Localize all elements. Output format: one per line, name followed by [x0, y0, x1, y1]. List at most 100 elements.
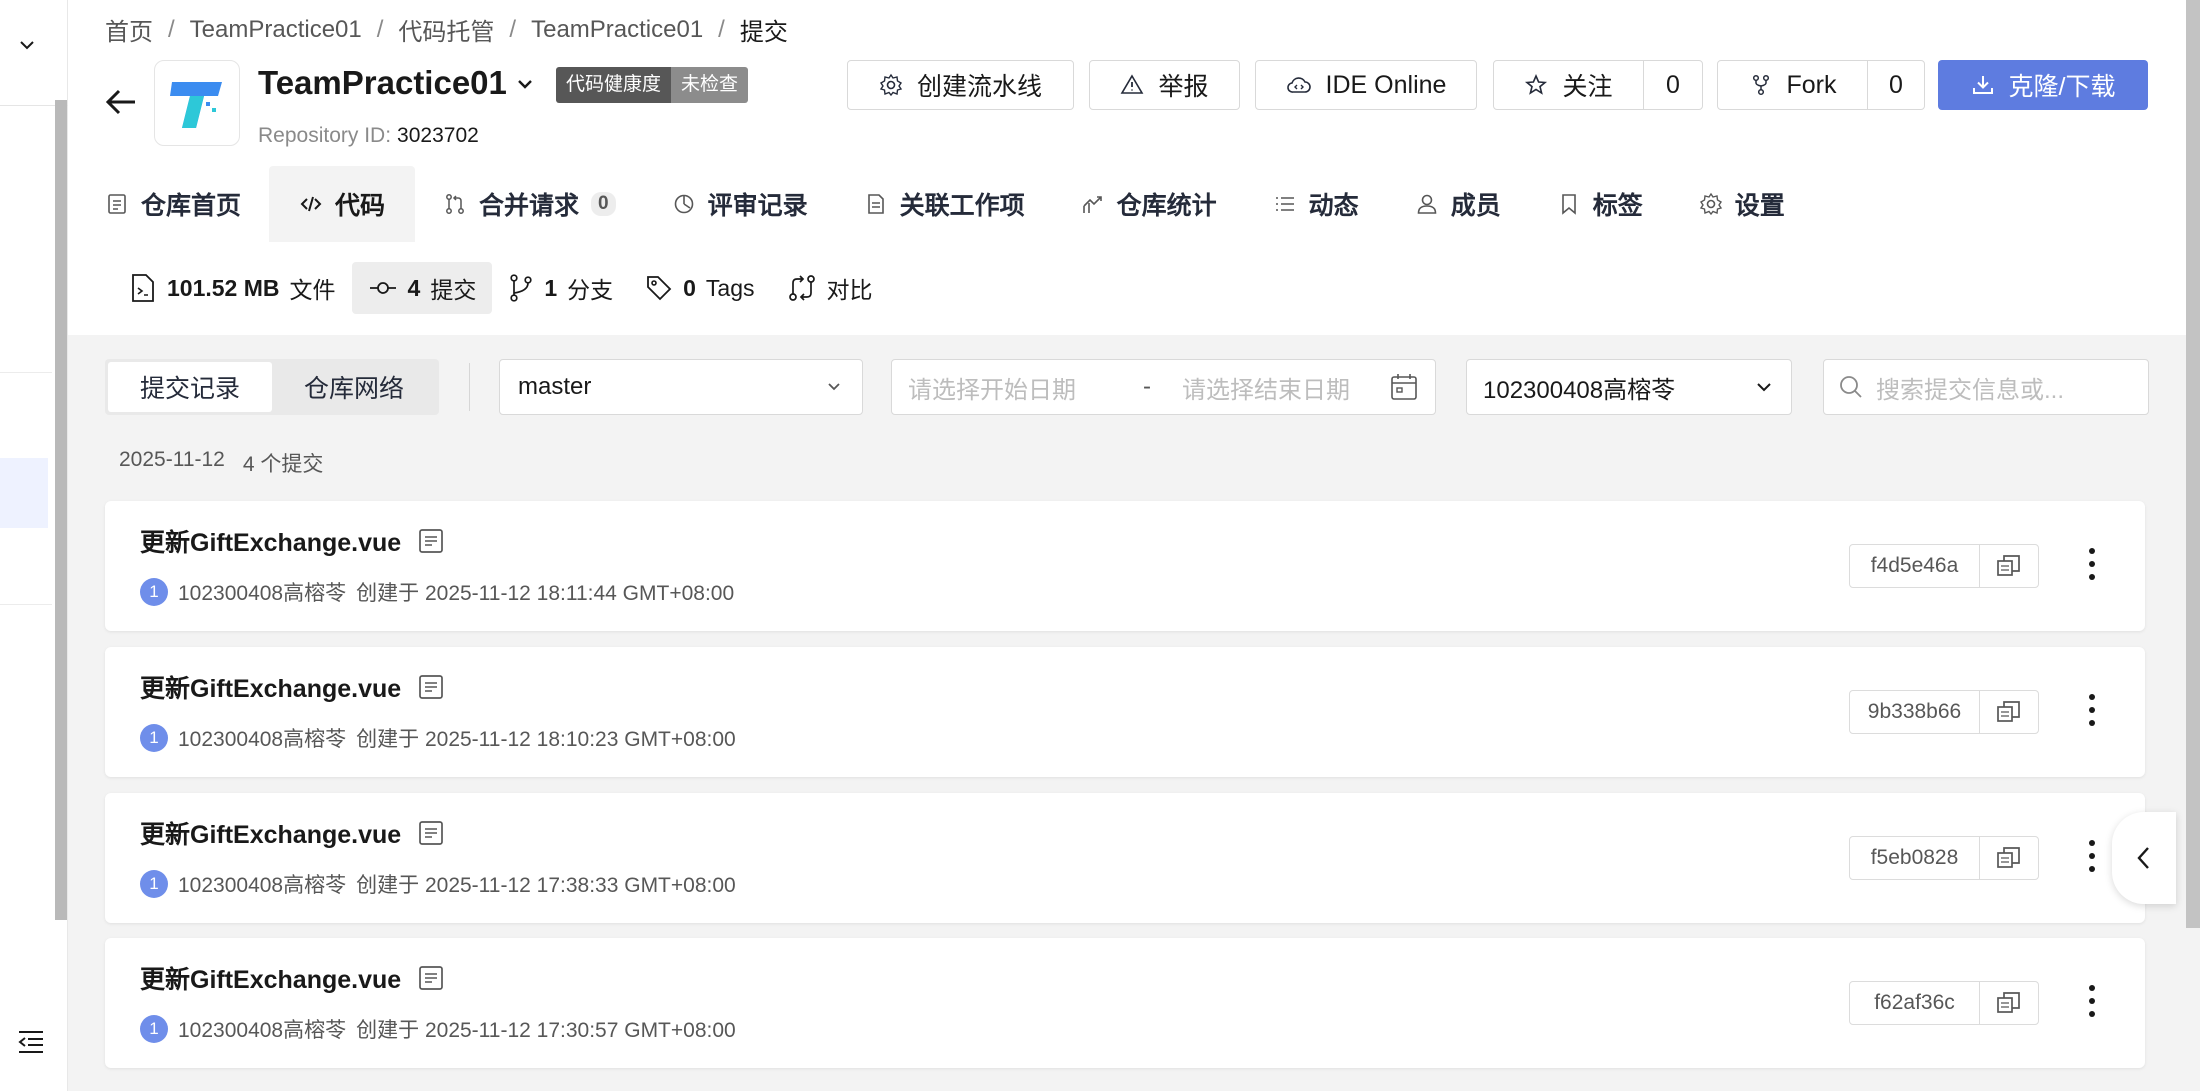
- breadcrumb-code-hosting[interactable]: 代码托管: [398, 12, 494, 47]
- sidebar-scrollbar[interactable]: [55, 100, 67, 920]
- repo-network-tab[interactable]: 仓库网络: [272, 362, 436, 412]
- commit-card[interactable]: 更新GiftExchange.vue 1 102300408高榕苓 创建于 20…: [105, 793, 2145, 923]
- commit-hash[interactable]: f5eb0828: [1850, 837, 1980, 879]
- commit-detail-icon[interactable]: [417, 673, 445, 701]
- more-options-icon[interactable]: [2085, 692, 2099, 728]
- watch-count[interactable]: 0: [1644, 61, 1702, 109]
- breadcrumb-project[interactable]: TeamPractice01: [190, 16, 362, 44]
- main-area: 首页 / TeamPractice01 / 代码托管 / TeamPractic…: [68, 0, 2200, 1091]
- copy-icon[interactable]: [1980, 691, 2038, 733]
- page-scrollbar[interactable]: [2186, 0, 2200, 928]
- branch-select-value: master: [518, 373, 592, 400]
- fork-count[interactable]: 0: [1868, 61, 1924, 109]
- files-size: 101.52 MB: [167, 274, 280, 301]
- calendar-icon[interactable]: [1389, 372, 1419, 402]
- fork-icon: [1749, 73, 1773, 97]
- author-select[interactable]: 102300408高榕苓: [1466, 359, 1792, 415]
- commit-hash-box: 9b338b66: [1849, 690, 2039, 734]
- health-badge[interactable]: 代码健康度 未检查: [556, 67, 749, 103]
- commit-author[interactable]: 102300408高榕苓: [178, 869, 346, 899]
- repo-name[interactable]: TeamPractice01: [258, 64, 507, 102]
- commits-stat[interactable]: 4 提交: [351, 262, 493, 314]
- commit-card[interactable]: 更新GiftExchange.vue 1 102300408高榕苓 创建于 20…: [105, 647, 2145, 777]
- breadcrumb-separator: /: [376, 15, 384, 43]
- tab-linked-work-items[interactable]: 关联工作项: [836, 166, 1053, 242]
- commit-detail-icon[interactable]: [417, 964, 445, 992]
- watch-button[interactable]: 关注: [1494, 61, 1644, 109]
- end-date-input[interactable]: 请选择结束日期: [1182, 370, 1389, 405]
- tab-repo-home[interactable]: 仓库首页: [105, 166, 269, 242]
- ide-online-button[interactable]: IDE Online: [1255, 60, 1477, 110]
- tab-activity[interactable]: 动态: [1245, 166, 1387, 242]
- tab-merge-requests[interactable]: 合并请求 0: [415, 166, 644, 242]
- side-panel-toggle[interactable]: [2112, 812, 2176, 904]
- repo-id-value: 3023702: [397, 124, 479, 147]
- branch-select[interactable]: master: [499, 359, 863, 415]
- collapse-menu-icon[interactable]: [16, 1027, 46, 1057]
- commit-card[interactable]: 更新GiftExchange.vue 1 102300408高榕苓 创建于 20…: [105, 501, 2145, 631]
- commit-history-tab[interactable]: 提交记录: [108, 362, 272, 412]
- commit-title[interactable]: 更新GiftExchange.vue: [140, 669, 401, 705]
- tab-review-records[interactable]: 评审记录: [644, 166, 836, 242]
- commit-created: 创建于 2025-11-12 17:38:33 GMT+08:00: [356, 874, 736, 897]
- branches-stat[interactable]: 1 分支: [492, 262, 629, 314]
- commit-title[interactable]: 更新GiftExchange.vue: [140, 815, 401, 851]
- search-placeholder: 搜索提交信息或...: [1876, 376, 2065, 404]
- commit-hash[interactable]: f4d5e46a: [1850, 545, 1980, 587]
- commit-author[interactable]: 102300408高榕苓: [178, 723, 346, 753]
- commit-author[interactable]: 102300408高榕苓: [178, 1014, 346, 1044]
- files-stat[interactable]: 101.52 MB 文件: [113, 262, 352, 314]
- branch-icon: [508, 273, 534, 303]
- commit-card[interactable]: 更新GiftExchange.vue 1 102300408高榕苓 创建于 20…: [105, 938, 2145, 1068]
- copy-icon[interactable]: [1980, 837, 2038, 879]
- back-arrow-icon[interactable]: [104, 88, 138, 116]
- divider: [469, 363, 470, 411]
- compare-stat[interactable]: 对比: [771, 262, 889, 314]
- more-options-icon[interactable]: [2085, 983, 2099, 1019]
- report-label: 举报: [1158, 73, 1209, 101]
- health-label: 代码健康度: [556, 67, 672, 103]
- commit-title[interactable]: 更新GiftExchange.vue: [140, 523, 401, 559]
- tags-stat[interactable]: 0 Tags: [629, 262, 770, 314]
- commit-author[interactable]: 102300408高榕苓: [178, 577, 346, 607]
- clone-download-button[interactable]: 克隆/下载: [1938, 60, 2148, 110]
- commit-group-count: 4 个提交: [242, 453, 324, 476]
- copy-icon[interactable]: [1980, 545, 2038, 587]
- tab-code[interactable]: 代码: [269, 166, 416, 242]
- tag-icon: [645, 274, 673, 302]
- start-date-input[interactable]: 请选择开始日期: [908, 370, 1124, 405]
- sidebar-divider: [0, 372, 52, 373]
- commit-hash[interactable]: 9b338b66: [1850, 691, 1980, 733]
- warning-icon: [1120, 73, 1144, 97]
- tab-members[interactable]: 成员: [1387, 166, 1529, 242]
- commit-group-date: 2025-11-12: [119, 448, 225, 471]
- date-range-picker[interactable]: 请选择开始日期 - 请选择结束日期: [891, 359, 1436, 415]
- chevron-down-icon[interactable]: [515, 74, 535, 94]
- commit-detail-icon[interactable]: [417, 527, 445, 555]
- commit-hash[interactable]: f62af36c: [1850, 982, 1980, 1024]
- breadcrumb-home[interactable]: 首页: [105, 12, 153, 47]
- bookmark-icon: [1557, 192, 1581, 216]
- author-select-value: 102300408高榕苓: [1483, 376, 1676, 404]
- commits-count: 4: [407, 274, 421, 301]
- create-pipeline-button[interactable]: 创建流水线: [847, 60, 1074, 110]
- search-commits-input[interactable]: 搜索提交信息或...: [1823, 359, 2149, 415]
- watch-button-group[interactable]: 关注 0: [1493, 60, 1703, 110]
- breadcrumb: 首页 / TeamPractice01 / 代码托管 / TeamPractic…: [105, 12, 788, 47]
- tab-settings[interactable]: 设置: [1671, 166, 1813, 242]
- tab-repo-stats[interactable]: 仓库统计: [1053, 166, 1245, 242]
- commits-label: 提交: [430, 277, 477, 303]
- sidebar-item-active[interactable]: [0, 458, 48, 528]
- copy-icon[interactable]: [1980, 982, 2038, 1024]
- report-button[interactable]: 举报: [1089, 60, 1240, 110]
- fork-button[interactable]: Fork: [1718, 61, 1868, 109]
- tab-label: 成员: [1450, 192, 1501, 220]
- tab-tags[interactable]: 标签: [1529, 166, 1671, 242]
- more-options-icon[interactable]: [2085, 838, 2099, 874]
- chevron-down-icon[interactable]: [16, 34, 38, 56]
- breadcrumb-repo[interactable]: TeamPractice01: [531, 16, 703, 44]
- commit-title[interactable]: 更新GiftExchange.vue: [140, 960, 401, 996]
- fork-button-group[interactable]: Fork 0: [1717, 60, 1925, 110]
- more-options-icon[interactable]: [2085, 546, 2099, 582]
- commit-detail-icon[interactable]: [417, 819, 445, 847]
